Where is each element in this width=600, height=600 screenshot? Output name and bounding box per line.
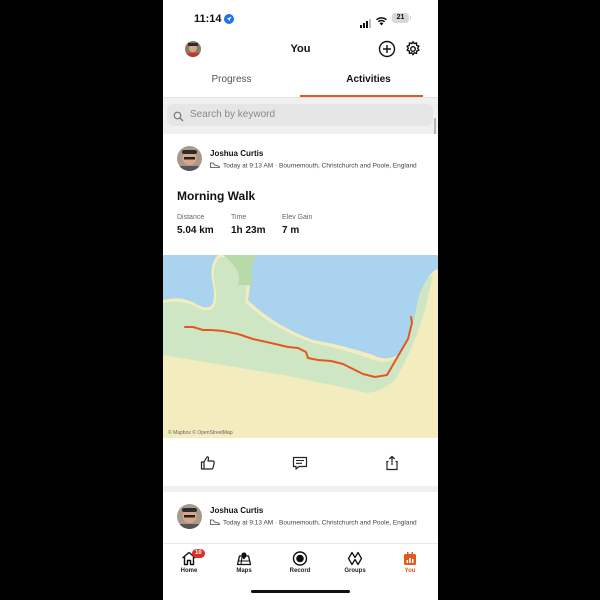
athlete-avatar[interactable] — [177, 504, 202, 529]
tabbar-label: Groups — [344, 568, 366, 574]
stat-distance: Distance 5.04 km — [177, 214, 214, 236]
app-header: You — [163, 38, 438, 62]
activity-meta: Today at 9:13 AM · Bournemouth, Christch… — [210, 162, 417, 170]
activity-meta-text: Today at 9:13 AM · Bournemouth, Christch… — [223, 162, 417, 170]
active-tab-indicator — [300, 95, 423, 97]
search-input[interactable]: Search by keyword — [167, 104, 433, 126]
tab-activities[interactable]: Activities — [300, 74, 437, 85]
maps-icon — [224, 551, 264, 566]
tabbar-groups[interactable]: Groups — [335, 551, 375, 574]
cellular-signal-icon — [360, 15, 372, 33]
athlete-avatar[interactable] — [177, 146, 202, 171]
page-title: You — [290, 43, 311, 55]
status-bar: 11:14 21 — [163, 0, 438, 38]
location-arrow-icon — [224, 14, 234, 24]
activity-feed[interactable]: Search by keyword Joshua Curtis Today at… — [163, 98, 438, 543]
profile-tabs: Progress Activities — [163, 64, 438, 98]
tabbar-record[interactable]: Record — [280, 551, 320, 574]
kudos-thumbs-up-icon[interactable] — [199, 454, 217, 472]
map-attribution: © Mapbox © OpenStreetMap — [168, 430, 233, 436]
activity-meta: Today at 9:13 AM · Bournemouth, Christch… — [210, 519, 417, 527]
phone-screen: 11:14 21 You Progress Activities Search … — [163, 0, 438, 600]
stat-label: Distance — [177, 214, 205, 221]
stat-value: 7 m — [282, 225, 300, 236]
status-time: 11:14 — [194, 13, 222, 25]
athlete-name[interactable]: Joshua Curtis — [210, 149, 263, 158]
search-bar-container: Search by keyword — [163, 98, 438, 132]
stat-label: Elev Gain — [282, 214, 313, 221]
walk-shoe-icon — [210, 162, 220, 170]
activity-title[interactable]: Morning Walk — [177, 189, 255, 203]
tabbar-home[interactable]: 10 Home — [169, 549, 209, 574]
battery-icon: 21 — [392, 13, 411, 23]
activity-actions — [163, 452, 438, 476]
record-icon — [280, 551, 320, 566]
you-icon — [390, 551, 430, 566]
stat-label: Time — [231, 214, 247, 221]
groups-icon — [335, 551, 375, 566]
search-icon — [173, 109, 184, 127]
tabbar-label: Home — [180, 568, 198, 574]
add-plus-icon[interactable] — [378, 40, 396, 58]
tabbar-label: You — [404, 568, 416, 574]
activity-card[interactable]: Joshua Curtis Today at 9:13 AM · Bournem… — [163, 492, 438, 543]
tabbar-label: Maps — [236, 568, 252, 574]
tabbar-you[interactable]: You — [390, 551, 430, 574]
activity-meta-text: Today at 9:13 AM · Bournemouth, Christch… — [223, 519, 417, 527]
home-indicator — [251, 590, 350, 593]
tab-progress[interactable]: Progress — [163, 74, 300, 85]
walk-shoe-icon — [210, 519, 220, 527]
route-map[interactable] — [163, 255, 438, 438]
notification-badge: 10 — [192, 549, 205, 558]
comment-icon[interactable] — [291, 454, 309, 472]
activity-card[interactable]: Joshua Curtis Today at 9:13 AM · Bournem… — [163, 134, 438, 486]
tabbar-maps[interactable]: Maps — [224, 551, 264, 574]
tabbar-label: Record — [289, 568, 311, 574]
settings-gear-icon[interactable] — [404, 40, 422, 58]
stat-value: 5.04 km — [177, 225, 214, 236]
wifi-icon — [375, 13, 388, 31]
stat-value: 1h 23m — [231, 225, 266, 236]
share-icon[interactable] — [383, 454, 401, 472]
stat-elevation: Elev Gain 7 m — [282, 214, 312, 236]
athlete-name[interactable]: Joshua Curtis — [210, 506, 263, 515]
stat-time: Time 1h 23m — [231, 214, 265, 236]
search-placeholder: Search by keyword — [190, 109, 276, 120]
